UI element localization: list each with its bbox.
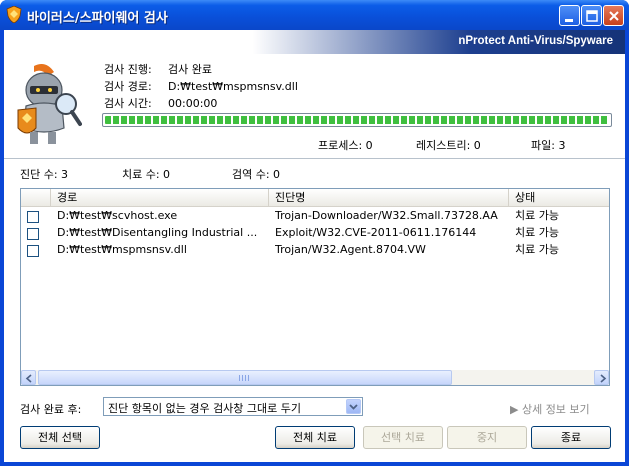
scan-time-label: 검사 시간: — [104, 97, 152, 110]
chevron-right-icon — [600, 374, 607, 383]
treated-count: 치료 수: 0 — [122, 168, 171, 181]
scan-window: 바이러스/스파이웨어 검사 nProtect Anti-Virus/Spywar… — [0, 0, 629, 466]
close-button[interactable] — [603, 5, 624, 26]
scan-time-line: 검사 시간: 00:00:00 — [104, 95, 217, 111]
row-detection-name: Trojan-Downloader/W32.Small.73728.AA — [275, 209, 498, 222]
row-detection-name: Trojan/W32.Agent.8704.VW — [275, 243, 426, 256]
list-header: 경로 진단명 상태 — [21, 189, 609, 207]
dropdown-arrow-button[interactable] — [346, 399, 361, 414]
row-status: 치료 가능 — [515, 209, 559, 222]
scroll-left-button[interactable] — [21, 370, 36, 385]
brand-text: nProtect Anti-Virus/Spyware — [458, 35, 613, 47]
scan-time-value: 00:00:00 — [168, 97, 218, 110]
row-path: D:₩test₩Disentangling Industrial ... — [57, 226, 258, 239]
scroll-thumb[interactable] — [38, 370, 452, 385]
row-status: 치료 가능 — [515, 226, 559, 239]
scan-path-line: 검사 경로: D:₩test₩mspmsnsv.dll — [104, 78, 298, 94]
detection-list[interactable]: 경로 진단명 상태 D:₩test₩scvhost.exe Trojan-Dow… — [20, 188, 610, 386]
scan-progress-label: 검사 진행: — [104, 63, 152, 76]
row-path: D:₩test₩mspmsnsv.dll — [57, 243, 187, 256]
detected-count: 진단 수: 3 — [20, 168, 69, 181]
scan-progress-value: 검사 완료 — [168, 63, 212, 76]
scroll-grip-icon — [239, 375, 251, 381]
row-checkbox[interactable] — [27, 228, 39, 240]
close-icon — [609, 11, 619, 21]
column-header-path[interactable]: 경로 — [51, 189, 269, 207]
title-bar[interactable]: 바이러스/스파이웨어 검사 — [0, 0, 629, 30]
row-detection-name: Exploit/W32.CVE-2011-0611.176144 — [275, 226, 477, 239]
quarantined-count: 검역 수: 0 — [232, 168, 281, 181]
window-title: 바이러스/스파이웨어 검사 — [27, 11, 168, 26]
chevron-left-icon — [25, 374, 32, 383]
minimize-icon — [565, 19, 573, 22]
table-row[interactable]: D:₩test₩scvhost.exe Trojan-Downloader/W3… — [21, 208, 609, 225]
horizontal-scrollbar[interactable] — [21, 370, 609, 385]
after-scan-label: 검사 완료 후: — [20, 403, 82, 416]
scan-path-label: 검사 경로: — [104, 80, 152, 93]
section-divider — [4, 158, 625, 159]
client-area: nProtect Anti-Virus/Spyware 검사 진행: 검사 완료 … — [4, 30, 625, 462]
maximize-button[interactable] — [581, 5, 602, 26]
stop-button[interactable]: 중지 — [447, 426, 527, 449]
brand-bar: nProtect Anti-Virus/Spyware — [4, 30, 625, 54]
nprotect-shield-icon — [6, 6, 22, 23]
column-header-check[interactable] — [21, 189, 51, 207]
after-scan-selected-value: 진단 항목이 없는 경우 검사창 그대로 두기 — [108, 402, 302, 415]
row-checkbox[interactable] — [27, 211, 39, 223]
maximize-icon — [586, 10, 598, 22]
row-checkbox[interactable] — [27, 245, 39, 257]
column-header-status[interactable]: 상태 — [509, 189, 609, 207]
minimize-button[interactable] — [559, 5, 580, 26]
detail-info-link[interactable]: ▶ 상세 정보 보기 — [510, 401, 590, 417]
scan-path-value: D:₩test₩mspmsnsv.dll — [168, 80, 298, 93]
scan-progress-fill — [105, 116, 609, 124]
exit-button[interactable]: 종료 — [531, 426, 611, 449]
chevron-down-icon — [349, 404, 358, 410]
file-count: 파일: 3 — [531, 139, 566, 152]
row-status: 치료 가능 — [515, 243, 559, 256]
after-scan-select[interactable]: 진단 항목이 없는 경우 검사창 그대로 두기 — [103, 397, 363, 416]
column-header-name[interactable]: 진단명 — [269, 189, 509, 207]
registry-count: 레지스트리: 0 — [416, 139, 481, 152]
row-path: D:₩test₩scvhost.exe — [57, 209, 178, 222]
treat-selected-button[interactable]: 선택 치료 — [363, 426, 443, 449]
scan-progress-line: 검사 진행: 검사 완료 — [104, 61, 212, 77]
process-count: 프로세스: 0 — [318, 139, 373, 152]
table-row[interactable]: D:₩test₩mspmsnsv.dll Trojan/W32.Agent.87… — [21, 242, 609, 259]
table-row[interactable]: D:₩test₩Disentangling Industrial ... Exp… — [21, 225, 609, 242]
select-all-button[interactable]: 전체 선택 — [20, 426, 100, 449]
knight-mascot-icon — [17, 64, 82, 144]
scroll-right-button[interactable] — [594, 370, 609, 385]
treat-all-button[interactable]: 전체 치료 — [275, 426, 355, 449]
scan-progress-bar — [102, 113, 612, 127]
